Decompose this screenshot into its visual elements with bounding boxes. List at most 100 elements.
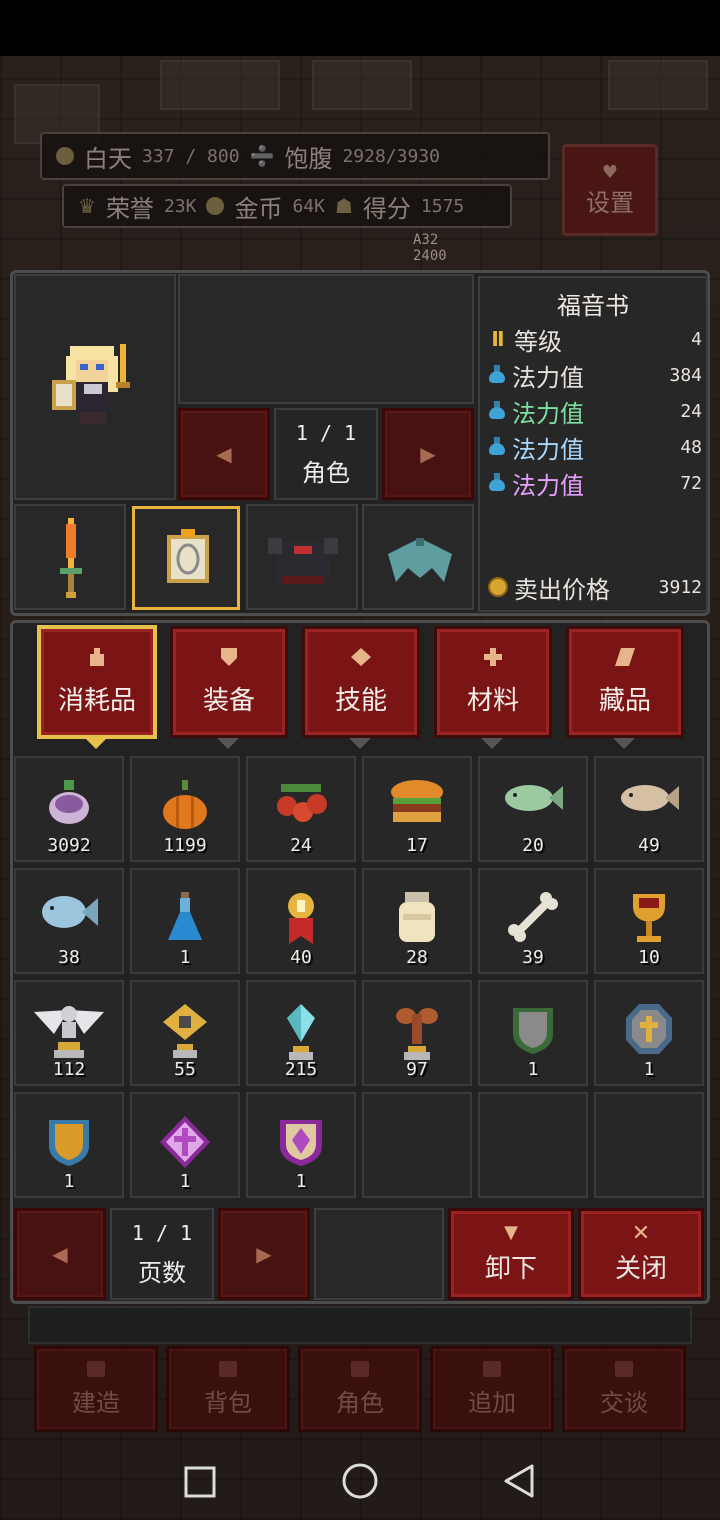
tab-materials[interactable]: 材料 [434,626,552,738]
inventory-slot-blue-potion[interactable]: 1 [130,868,240,974]
character-prev-button[interactable]: ◀ [178,408,270,500]
recent-apps-icon[interactable] [184,1466,216,1498]
purple-gem-shield-icon [280,1120,322,1166]
inventory-slot-angel-statue[interactable]: 112 [14,980,124,1086]
item-quantity: 10 [638,947,660,968]
info-row-value: 384 [669,364,702,386]
scroll-icon [615,647,635,666]
nav-label: 交谈 [600,1388,648,1417]
dark-armor-icon [268,538,338,584]
settings-label: 设置 [586,189,634,217]
inventory-slot-pumpkin[interactable]: 1199 [130,756,240,862]
teal-cape-icon [388,538,452,582]
lightning-icon: ➗ [249,144,275,168]
equip-slot-book-selected[interactable] [132,506,240,610]
preview-cell [178,274,474,404]
character-sprite [52,344,130,424]
tab-label: 技能 [334,685,387,716]
inventory-slot-empty[interactable] [478,1092,588,1198]
inventory-slot-bone[interactable]: 39 [478,868,588,974]
flask-icon [90,647,104,666]
inventory-next-page-button[interactable]: ▶ [218,1208,310,1300]
item-quantity: 1 [63,1171,75,1192]
cherries-icon [277,784,327,822]
inventory-slot-turnip[interactable]: 3092 [14,756,124,862]
tab-label: 藏品 [598,685,651,716]
character-next-button[interactable]: ▶ [382,408,474,500]
gold-coin-icon [488,577,508,597]
inventory-slot-purple-gem-shield[interactable]: 1 [246,1092,356,1198]
inventory-prev-page-button[interactable]: ◀ [14,1208,106,1300]
inventory-slot-empty[interactable] [594,1092,704,1198]
character-page-number: 1 / 1 [295,420,357,445]
inventory-slot-tree-statue[interactable]: 97 [362,980,472,1086]
inventory-slot-gold-shield[interactable]: 1 [14,1092,124,1198]
hammer-icon [87,1360,105,1377]
inventory-slot-purple-cross-shield[interactable]: 1 [130,1092,240,1198]
inventory-slot-chalice[interactable]: 10 [594,868,704,974]
iron-shield-icon [513,1008,553,1054]
inventory-slot-medal[interactable]: 40 [246,868,356,974]
info-row-label: 等级 [514,327,562,356]
inventory-slot-iron-shield[interactable]: 1 [478,980,588,1086]
bone-icon [508,892,558,942]
inventory-slot-tan-fish[interactable]: 49 [594,756,704,862]
back-icon[interactable] [504,1464,534,1498]
crown-icon: ♛ [78,194,96,218]
mini-stat-attack: A32 [413,232,439,248]
nav-build[interactable]: 建造 [34,1346,158,1432]
holy-shield-icon [626,1004,672,1054]
backpack-icon [219,1360,237,1377]
inventory-slot-gold-gem-statue[interactable]: 55 [130,980,240,1086]
blue-potion-icon [168,892,202,940]
inventory-slot-burger[interactable]: 17 [362,756,472,862]
gospel-book-icon [167,529,209,583]
nav-character[interactable]: 角色 [298,1346,422,1432]
tab-label: 装备 [202,685,255,716]
info-row-label: 法力值 [512,363,584,392]
tree-statue-icon [396,1008,438,1060]
info-row-label: 法力值 [512,471,584,500]
mini-stat-hp: 2400 [413,248,447,264]
tab-pointer [481,738,503,749]
equip-slot-weapon[interactable] [14,504,126,610]
item-quantity: 215 [284,1059,318,1080]
nav-add[interactable]: 追加 [430,1346,554,1432]
speech-bubble-icon [615,1360,633,1377]
equip-slot-armor[interactable] [246,504,358,610]
system-navigation-bar [0,1448,720,1520]
tab-skills[interactable]: 技能 [302,626,420,738]
settings-button[interactable]: ♥ 设置 [562,144,658,236]
close-label: 关闭 [614,1253,667,1284]
close-button[interactable]: ✕ 关闭 [578,1208,704,1300]
nav-talk[interactable]: 交谈 [562,1346,686,1432]
inventory-slot-holy-shield[interactable]: 1 [594,980,704,1086]
item-quantity: 1 [295,1171,307,1192]
inventory-slot-cherries[interactable]: 24 [246,756,356,862]
inventory-slot-crystal-statue[interactable]: 215 [246,980,356,1086]
potion-icon [488,473,506,493]
character-page-label: 角色 [302,458,350,487]
gold-coin-icon [206,197,225,215]
turnip-icon [49,780,89,824]
sell-price-label: 卖出价格 [514,575,610,604]
equip-slot-cape[interactable] [362,504,474,610]
character-portrait-cell[interactable] [14,274,176,500]
angel-statue-icon [34,1006,104,1058]
item-quantity: 28 [406,947,428,968]
inventory-slot-jar[interactable]: 28 [362,868,472,974]
unequip-button[interactable]: ▼ 卸下 [448,1208,574,1300]
inventory-page-label: 页数 [138,1258,186,1287]
inventory-slot-blue-fish[interactable]: 38 [14,868,124,974]
tab-equipment[interactable]: 装备 [170,626,288,738]
tab-label: 消耗品 [57,685,136,716]
green-fish-icon [505,785,563,811]
tab-consumables[interactable]: 消耗品 [38,626,156,738]
tab-collectibles[interactable]: 藏品 [566,626,684,738]
nav-backpack[interactable]: 背包 [166,1346,290,1432]
medal-icon [288,893,314,944]
inventory-slot-empty[interactable] [362,1092,472,1198]
inventory-slot-green-fish[interactable]: 20 [478,756,588,862]
sell-price-value: 3912 [658,576,702,598]
home-icon[interactable] [342,1463,378,1499]
